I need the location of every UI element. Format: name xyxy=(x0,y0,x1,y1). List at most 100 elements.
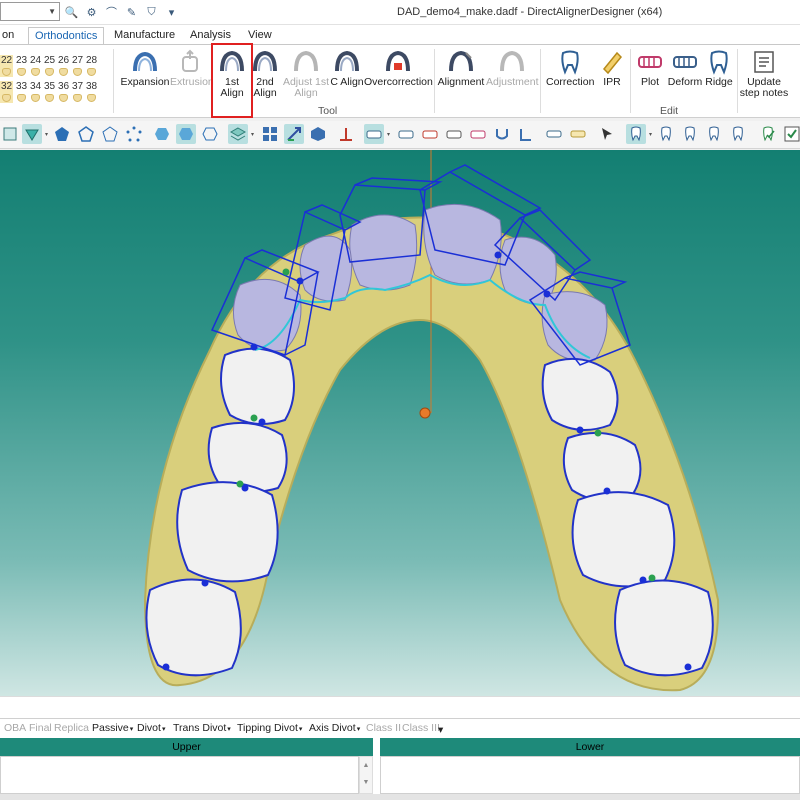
upper-panel-scrollbar[interactable]: ▲ ▼ xyxy=(359,756,373,794)
arch-gum-icon[interactable] xyxy=(468,124,488,144)
tab-orthodontics[interactable]: Orthodontics xyxy=(28,27,105,45)
tooth-26[interactable]: 26 xyxy=(57,55,70,77)
confirm-check-icon[interactable] xyxy=(782,124,800,144)
upper-panel-body[interactable] xyxy=(0,756,359,794)
extrusion-button[interactable]: Extrusion xyxy=(170,49,214,109)
tooth-27[interactable]: 27 xyxy=(71,55,84,77)
tooth-tip-icon[interactable] xyxy=(704,124,724,144)
grid-icon[interactable] xyxy=(260,124,280,144)
plot-button[interactable]: Plot xyxy=(634,49,666,109)
class-iii-button[interactable]: Class III xyxy=(402,722,440,734)
arch-lower-icon[interactable] xyxy=(420,124,440,144)
select-tool-icon[interactable]: ▾ xyxy=(22,124,48,144)
arch-align-icon xyxy=(294,50,318,72)
search-doc-icon[interactable]: 🔍 xyxy=(64,5,79,20)
layers-icon[interactable]: ▾ xyxy=(228,124,254,144)
tooth-25[interactable]: 25 xyxy=(43,55,56,77)
oba-button[interactable]: OBA xyxy=(4,722,26,734)
tooth-36[interactable]: 36 xyxy=(57,81,70,103)
alignment-button[interactable]: Alignment xyxy=(436,49,486,109)
workspace-combo[interactable]: ▼ xyxy=(0,2,60,21)
tooth-22[interactable]: 22 xyxy=(0,55,13,77)
toolbar-cube-icon[interactable] xyxy=(0,124,20,144)
axis-divot-dropdown[interactable]: Axis Divot▾ xyxy=(309,722,360,734)
hexagon-icon[interactable] xyxy=(152,124,172,144)
correction-button[interactable]: Correction xyxy=(546,49,594,109)
hexagon-outline-icon[interactable] xyxy=(200,124,220,144)
tooth-icon xyxy=(710,50,728,75)
premolar xyxy=(562,431,642,503)
tooth-check-icon[interactable] xyxy=(758,124,778,144)
molar xyxy=(614,579,714,677)
3d-viewport[interactable] xyxy=(0,150,800,696)
chevron-down-icon: ▾ xyxy=(298,726,303,733)
tooth-28[interactable]: 28 xyxy=(85,55,98,77)
arch-view-icon[interactable]: ▾ xyxy=(364,124,390,144)
adjust-first-align-button[interactable]: Adjust 1st Align xyxy=(282,49,330,109)
tooth-icon[interactable]: ⛉ xyxy=(144,5,159,20)
pencil-icon[interactable]: ✎ xyxy=(124,5,139,20)
overcorrection-button[interactable]: Overcorrection xyxy=(364,49,433,109)
ridge-button[interactable]: Ridge xyxy=(704,49,734,109)
occlusion-icon[interactable] xyxy=(544,124,564,144)
pentagon-points-icon[interactable] xyxy=(124,124,144,144)
tipping-divot-dropdown[interactable]: Tipping Divot▾ xyxy=(237,722,302,734)
extrusion-icon xyxy=(182,49,198,72)
tooth-23[interactable]: 23 xyxy=(15,55,28,77)
second-align-button[interactable]: 2nd Align xyxy=(250,49,280,109)
axis-origin-icon[interactable] xyxy=(336,124,356,144)
tooth-35[interactable]: 35 xyxy=(43,81,56,103)
tooth-32[interactable]: 32 xyxy=(0,81,13,103)
tooth-select-icon[interactable]: ▾ xyxy=(626,124,652,144)
lower-panel-body[interactable] xyxy=(380,756,800,794)
chevron-down-icon: ▾ xyxy=(227,726,231,733)
tab-manufacture[interactable]: Manufacture xyxy=(108,27,181,45)
view-upper-icon[interactable] xyxy=(492,124,512,144)
cube-3d-icon[interactable] xyxy=(308,124,328,144)
pentagon-wire-icon[interactable] xyxy=(100,124,120,144)
tooth-rotate-icon[interactable] xyxy=(680,124,700,144)
hexagon-selected-icon[interactable] xyxy=(176,124,196,144)
passive-dropdown[interactable]: Passive▾ xyxy=(92,722,133,734)
overcorrection-icon xyxy=(386,50,410,72)
chevron-down-icon: ▾ xyxy=(356,726,361,733)
class-ii-button[interactable]: Class II xyxy=(366,722,401,734)
trans-divot-dropdown[interactable]: Trans Divot▾ xyxy=(173,722,231,734)
tooth-38[interactable]: 38 xyxy=(85,81,98,103)
cursor-tooth-icon[interactable] xyxy=(598,124,618,144)
tooth-torque-icon[interactable] xyxy=(728,124,748,144)
overflow-chevron-icon[interactable]: ▾ xyxy=(438,724,443,736)
update-step-notes-button[interactable]: Update step notes xyxy=(738,49,790,109)
tooth-24[interactable]: 24 xyxy=(29,55,42,77)
arch-icon[interactable]: ⌒ xyxy=(104,5,119,20)
upper-panel-header: Upper xyxy=(0,738,373,756)
replica-button[interactable]: Replica xyxy=(54,722,89,734)
c-align-button[interactable]: C Align xyxy=(330,49,364,109)
axis-handle xyxy=(419,407,431,419)
molar xyxy=(571,491,676,588)
final-button[interactable]: Final xyxy=(29,722,52,734)
tooth-33[interactable]: 33 xyxy=(15,81,28,103)
tooth-37[interactable]: 37 xyxy=(71,81,84,103)
tooth-move-icon[interactable] xyxy=(656,124,676,144)
customize-dropdown-icon[interactable]: ▾ xyxy=(164,5,179,20)
gear-icon[interactable]: ⚙ xyxy=(84,5,99,20)
dental-arch-render xyxy=(143,150,720,692)
arch-both-icon[interactable] xyxy=(444,124,464,144)
arch-upper-icon[interactable] xyxy=(396,124,416,144)
adjustment-button[interactable]: Adjustment xyxy=(486,49,539,109)
divot-dropdown[interactable]: Divot▾ xyxy=(137,722,165,734)
deform-button[interactable]: Deform xyxy=(666,49,704,109)
expansion-button[interactable]: Expansion xyxy=(120,49,170,109)
ipr-button[interactable]: IPR xyxy=(598,49,626,109)
tooth-34[interactable]: 34 xyxy=(29,81,42,103)
premolar xyxy=(541,357,619,431)
incisor xyxy=(423,203,502,285)
pentagon-outline-icon[interactable] xyxy=(76,124,96,144)
view-lower-icon[interactable] xyxy=(516,124,536,144)
pentagon-filled-icon[interactable] xyxy=(52,124,72,144)
tab-partial[interactable]: on xyxy=(0,27,20,45)
occlusion-alt-icon[interactable] xyxy=(568,124,588,144)
adjustment-icon xyxy=(500,50,524,72)
move-axis-icon[interactable] xyxy=(284,124,304,144)
